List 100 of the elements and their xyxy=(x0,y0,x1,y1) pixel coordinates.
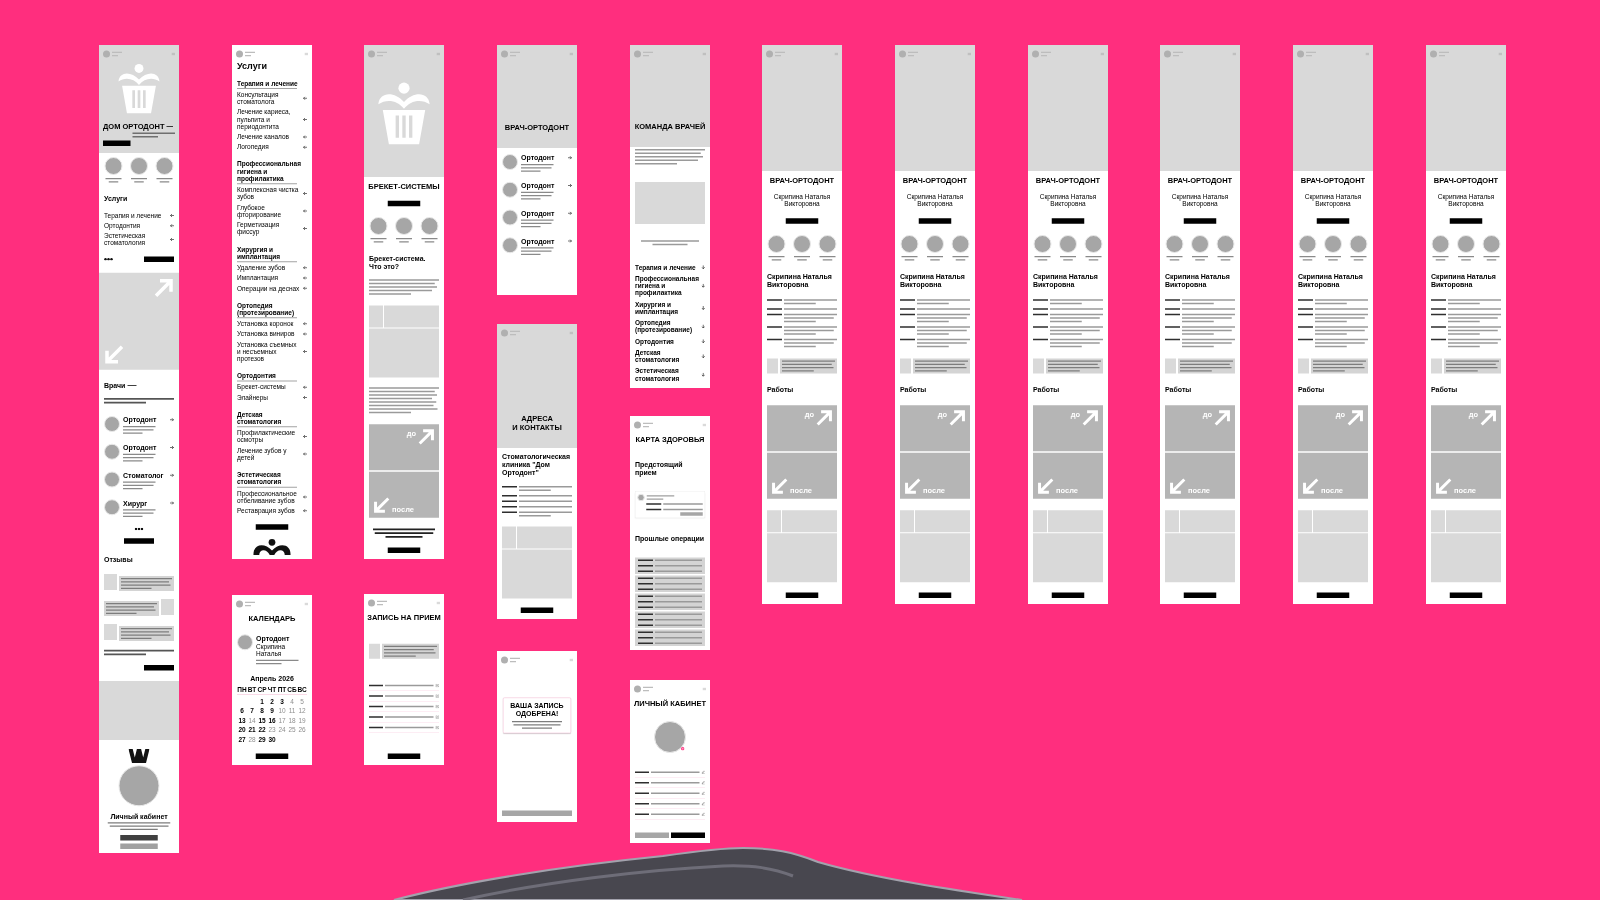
logo-placeholder xyxy=(1430,50,1437,58)
logo-mark-icon xyxy=(253,538,291,555)
text-lines xyxy=(519,500,572,502)
primary-button[interactable] xyxy=(918,218,952,224)
logo-placeholder xyxy=(1297,50,1304,58)
image-placeholder xyxy=(237,634,253,651)
text-lines xyxy=(1050,338,1103,348)
primary-button[interactable] xyxy=(1316,218,1350,224)
image-placeholder xyxy=(818,235,837,254)
primary-button[interactable] xyxy=(144,664,174,671)
text-lines[interactable] xyxy=(245,51,255,57)
primary-button[interactable] xyxy=(1316,592,1350,598)
text-lines xyxy=(1315,313,1368,323)
text-lines xyxy=(655,637,702,639)
text-lines[interactable] xyxy=(1439,51,1449,57)
arrow-up-right-icon xyxy=(1347,409,1364,427)
text-lines xyxy=(655,588,702,590)
text-lines[interactable] xyxy=(643,51,653,57)
secondary-button[interactable] xyxy=(120,835,158,841)
image-placeholder xyxy=(793,235,811,254)
arrow-up-right-icon xyxy=(1082,409,1099,427)
primary-button[interactable] xyxy=(387,200,421,207)
text-lines xyxy=(385,684,434,687)
text-lines xyxy=(655,595,702,597)
text-lines[interactable] xyxy=(377,600,387,606)
text-lines xyxy=(502,500,517,502)
text-lines[interactable] xyxy=(510,657,520,663)
text-lines xyxy=(638,577,653,579)
primary-button[interactable] xyxy=(1449,218,1483,224)
primary-button[interactable] xyxy=(1051,592,1085,598)
text-lines xyxy=(635,149,705,165)
logo-placeholder xyxy=(236,50,243,58)
image-placeholder xyxy=(900,235,919,254)
text-lines[interactable] xyxy=(643,422,653,428)
photo-placeholder xyxy=(1033,358,1044,374)
page-title: Услуги xyxy=(237,61,268,71)
image-placeholder xyxy=(130,157,148,175)
image-placeholder xyxy=(1349,235,1368,254)
text-lines xyxy=(655,606,702,608)
text-lines xyxy=(655,577,702,579)
primary-button[interactable] xyxy=(785,218,819,224)
primary-button[interactable] xyxy=(255,524,289,530)
text-lines xyxy=(638,595,653,597)
image-placeholder xyxy=(1165,235,1184,254)
primary-button[interactable] xyxy=(785,592,819,598)
primary-button[interactable] xyxy=(918,592,952,598)
text-lines xyxy=(502,486,517,488)
image-placeholder xyxy=(1033,235,1052,254)
text-lines[interactable] xyxy=(1041,51,1051,57)
text-lines xyxy=(917,313,970,323)
logo-placeholder xyxy=(766,50,773,58)
logo-placeholder xyxy=(236,600,243,608)
primary-button[interactable] xyxy=(1183,592,1217,598)
primary-button[interactable] xyxy=(1449,592,1483,598)
text-lines[interactable] xyxy=(112,51,122,57)
primary-button[interactable] xyxy=(387,753,421,759)
text-lines xyxy=(1033,338,1048,341)
image-placeholder xyxy=(420,217,439,236)
arrow-up-right-icon xyxy=(1480,409,1497,427)
text-lines[interactable] xyxy=(510,330,520,336)
arrow-down-left-icon xyxy=(1435,477,1452,495)
text-lines xyxy=(256,659,299,665)
text-lines xyxy=(519,495,572,497)
text-lines xyxy=(638,601,653,603)
primary-button[interactable] xyxy=(1183,218,1217,224)
text-lines[interactable] xyxy=(1306,51,1316,57)
image-placeholder xyxy=(369,217,388,236)
primary-button[interactable] xyxy=(520,607,554,613)
primary-button[interactable] xyxy=(387,547,421,553)
text-lines xyxy=(519,511,572,517)
text-lines[interactable] xyxy=(775,51,785,57)
arrow-down-left-icon xyxy=(104,344,124,365)
arrow-down-left-icon xyxy=(1169,477,1186,495)
text-lines xyxy=(638,619,653,621)
text-lines xyxy=(1182,338,1235,348)
text-lines xyxy=(784,338,837,348)
text-lines[interactable] xyxy=(377,51,387,57)
logo-placeholder xyxy=(1164,50,1171,58)
image-placeholder xyxy=(104,416,120,433)
arrow-down-left-icon xyxy=(904,477,921,495)
photo-placeholder xyxy=(369,643,380,659)
secondary-button[interactable] xyxy=(671,832,705,838)
logo-placeholder xyxy=(501,329,508,337)
text-lines[interactable] xyxy=(908,51,918,57)
text-lines xyxy=(638,631,653,633)
text-lines xyxy=(237,88,297,90)
arrow-down-left-icon xyxy=(373,496,390,514)
text-lines[interactable] xyxy=(1173,51,1183,57)
arrow-down-left-icon xyxy=(771,477,788,495)
text-lines[interactable] xyxy=(510,51,520,57)
primary-button[interactable] xyxy=(1051,218,1085,224)
image-placeholder xyxy=(118,765,160,807)
text-lines xyxy=(651,813,700,815)
tooth-logo-icon xyxy=(376,82,432,145)
text-lines xyxy=(1431,313,1446,316)
add-photo-icon[interactable] xyxy=(681,747,685,751)
text-lines[interactable] xyxy=(245,601,255,607)
primary-button[interactable] xyxy=(255,753,289,759)
text-lines xyxy=(651,781,700,784)
text-lines[interactable] xyxy=(643,686,653,692)
